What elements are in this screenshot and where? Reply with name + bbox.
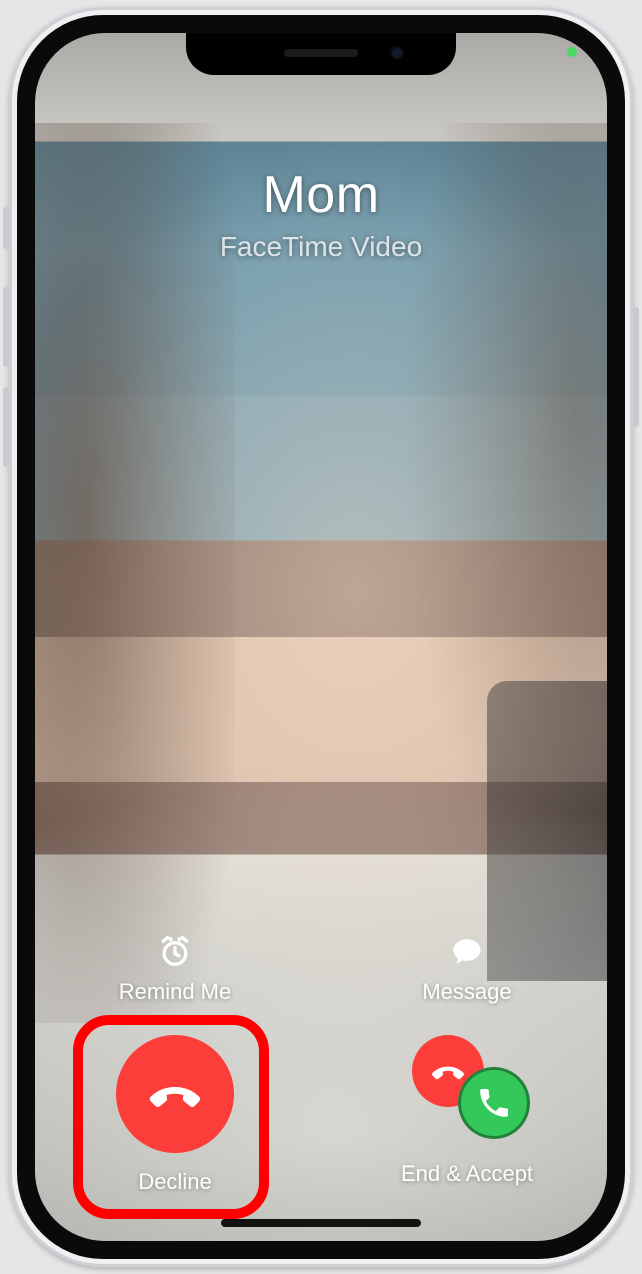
decline-circle — [116, 1035, 234, 1153]
primary-actions-row: Decline — [75, 1035, 567, 1195]
message-label: Message — [422, 979, 511, 1005]
remind-me-label: Remind Me — [119, 979, 231, 1005]
remind-me-button[interactable]: Remind Me — [75, 933, 275, 1005]
phone-frame: Mom FaceTime Video — [9, 7, 633, 1267]
call-type-label: FaceTime Video — [35, 231, 607, 263]
camera-indicator-dot-icon — [567, 47, 577, 57]
end-accept-label: End & Accept — [401, 1161, 533, 1187]
phone-hangup-icon — [145, 1064, 205, 1124]
front-camera-icon — [390, 46, 404, 60]
secondary-actions-row: Remind Me Message — [75, 933, 567, 1005]
call-controls: Remind Me Message — [35, 933, 607, 1195]
message-bubble-icon — [448, 933, 486, 971]
notch — [186, 33, 456, 75]
accept-call-mini-circle — [458, 1067, 530, 1139]
caller-name: Mom — [35, 165, 607, 225]
alarm-clock-icon — [156, 933, 194, 971]
phone-hangup-icon — [429, 1052, 467, 1090]
earpiece-speaker — [284, 49, 358, 57]
decline-button[interactable]: Decline — [75, 1035, 275, 1195]
message-button[interactable]: Message — [367, 933, 567, 1005]
screen: Mom FaceTime Video — [35, 33, 607, 1241]
phone-icon — [476, 1085, 512, 1121]
volume-down-button — [3, 387, 9, 467]
end-and-accept-button[interactable]: End & Accept — [367, 1035, 567, 1187]
caller-header: Mom FaceTime Video — [35, 165, 607, 263]
end-accept-icon-pair — [402, 1035, 532, 1145]
home-indicator[interactable] — [221, 1219, 421, 1227]
decline-label: Decline — [138, 1169, 211, 1195]
power-button — [633, 307, 639, 427]
phone-bezel: Mom FaceTime Video — [17, 15, 625, 1259]
silent-switch — [3, 207, 9, 249]
volume-up-button — [3, 287, 9, 367]
